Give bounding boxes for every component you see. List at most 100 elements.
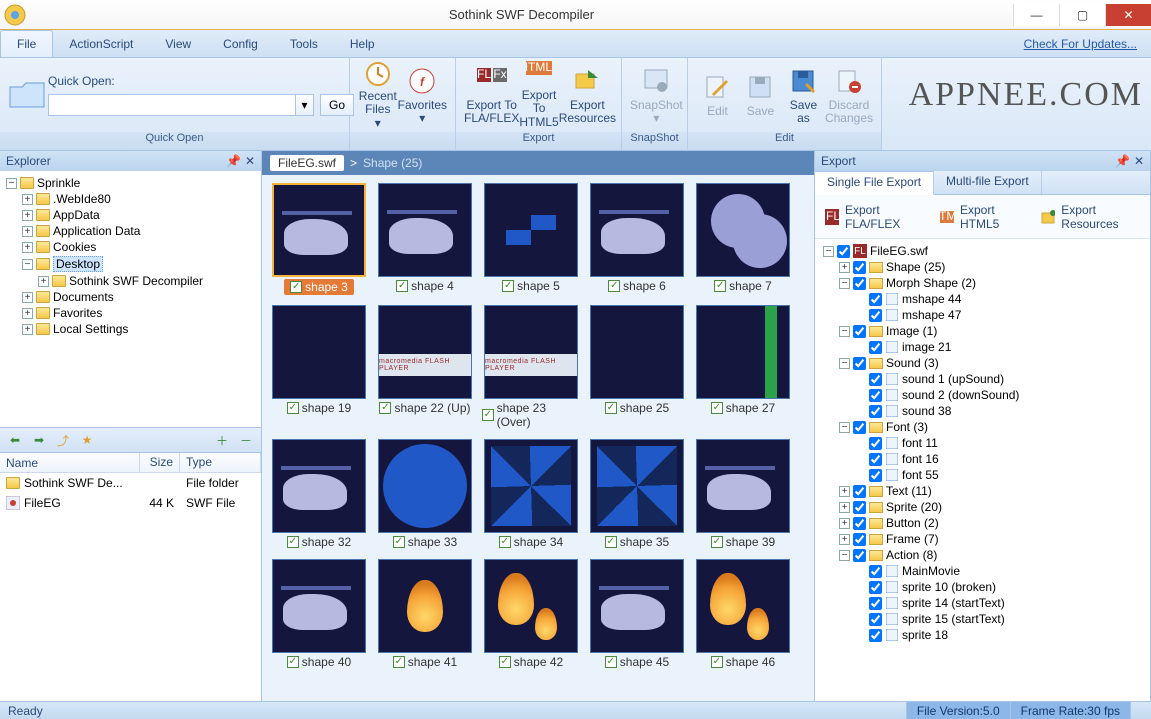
pin-icon[interactable]: 📌 (226, 154, 241, 168)
file-list[interactable]: Name Size Type Sothink SWF De...File fol… (0, 453, 261, 701)
expand-icon[interactable]: + (22, 242, 33, 253)
thumbnail[interactable]: macromedia FLASH PLAYER ✓shape 23 (Over) (482, 305, 580, 429)
expand-icon[interactable]: − (823, 246, 834, 257)
tree-checkbox[interactable] (869, 389, 882, 402)
go-button[interactable]: Go (320, 94, 354, 116)
thumbnail-checkbox[interactable]: ✓ (499, 536, 511, 548)
thumbnail[interactable]: ✓shape 5 (482, 183, 580, 295)
tree-checkbox[interactable] (869, 309, 882, 322)
list-item[interactable]: FileEG44 KSWF File (0, 493, 261, 513)
tree-checkbox[interactable] (853, 533, 866, 546)
export-res-action[interactable]: Export Resources (1041, 203, 1140, 231)
thumbnail[interactable]: ✓shape 34 (482, 439, 580, 549)
tree-checkbox[interactable] (869, 597, 882, 610)
minimize-button[interactable]: — (1013, 4, 1059, 26)
open-folder-icon[interactable] (8, 77, 48, 113)
tree-item[interactable]: mshape 47 (855, 307, 1146, 323)
menu-actionscript[interactable]: ActionScript (53, 30, 149, 57)
thumbnail[interactable]: ✓shape 41 (376, 559, 474, 669)
expand-icon[interactable]: + (38, 276, 49, 287)
expand-icon[interactable]: + (22, 226, 33, 237)
thumbnail-checkbox[interactable]: ✓ (287, 402, 299, 414)
thumbnail-checkbox[interactable]: ✓ (605, 536, 617, 548)
thumbnail[interactable]: ✓shape 42 (482, 559, 580, 669)
panel-close-icon[interactable]: ✕ (245, 154, 255, 168)
thumbnail[interactable]: ✓shape 45 (588, 559, 686, 669)
panel-close-icon[interactable]: ✕ (1134, 154, 1144, 168)
thumbnail[interactable]: ✓shape 25 (588, 305, 686, 429)
expand-icon[interactable]: − (839, 278, 850, 289)
thumbnail[interactable]: ✓shape 3 (270, 183, 368, 295)
export-fla-button[interactable]: FLFx Export To FLA/FLEX (464, 63, 519, 127)
forward-icon[interactable]: ➡ (30, 431, 48, 449)
tree-item[interactable]: +Shape (25) (839, 259, 1146, 275)
add-icon[interactable]: ＋ (213, 431, 231, 449)
expand-icon[interactable]: − (839, 358, 850, 369)
tree-item[interactable]: sprite 18 (855, 627, 1146, 643)
tree-item[interactable]: −Font (3) (839, 419, 1146, 435)
thumbnail-checkbox[interactable]: ✓ (379, 402, 391, 414)
tree-checkbox[interactable] (853, 421, 866, 434)
discard-button[interactable]: Discard Changes (825, 63, 873, 127)
expand-icon[interactable]: + (839, 518, 850, 529)
tree-item[interactable]: sound 2 (downSound) (855, 387, 1146, 403)
star-icon[interactable]: ★ (78, 431, 96, 449)
menu-tools[interactable]: Tools (274, 30, 334, 57)
tree-item[interactable]: image 21 (855, 339, 1146, 355)
tree-checkbox[interactable] (853, 277, 866, 290)
thumbnail-checkbox[interactable]: ✓ (287, 656, 299, 668)
breadcrumb-file[interactable]: FileEG.swf (270, 155, 344, 171)
tree-item[interactable]: +Sothink SWF Decompiler (38, 273, 259, 289)
thumbnail[interactable]: macromedia FLASH PLAYER ✓shape 22 (Up) (376, 305, 474, 429)
remove-icon[interactable]: － (237, 431, 255, 449)
thumbnail-checkbox[interactable]: ✓ (711, 402, 723, 414)
thumbnail-checkbox[interactable]: ✓ (714, 280, 726, 292)
tree-item[interactable]: −Sound (3) (839, 355, 1146, 371)
back-icon[interactable]: ⬅ (6, 431, 24, 449)
col-name[interactable]: Name (0, 453, 140, 472)
thumbnail[interactable]: ✓shape 33 (376, 439, 474, 549)
menu-help[interactable]: Help (334, 30, 391, 57)
expand-icon[interactable]: + (22, 210, 33, 221)
tree-item[interactable]: mshape 44 (855, 291, 1146, 307)
edit-button[interactable]: Edit (696, 63, 739, 127)
thumbnail[interactable]: ✓shape 7 (694, 183, 792, 295)
thumbnail-checkbox[interactable]: ✓ (287, 536, 299, 548)
menu-view[interactable]: View (149, 30, 207, 57)
thumbnail[interactable]: ✓shape 39 (694, 439, 792, 549)
up-icon[interactable]: ⤴ (54, 431, 72, 449)
tree-item[interactable]: sprite 15 (startText) (855, 611, 1146, 627)
export-html5-button[interactable]: HTML5 Export To HTML5 (519, 63, 558, 127)
thumbnail[interactable]: ✓shape 6 (588, 183, 686, 295)
tree-item[interactable]: +Button (2) (839, 515, 1146, 531)
quick-open-input[interactable] (48, 94, 296, 116)
tree-item[interactable]: +Local Settings (22, 321, 259, 337)
tab-multi-file[interactable]: Multi-file Export (934, 171, 1042, 194)
export-tree[interactable]: −FLFileEG.swf +Shape (25)−Morph Shape (2… (815, 239, 1150, 701)
thumbnail-checkbox[interactable]: ✓ (608, 280, 620, 292)
snapshot-button[interactable]: SnapShot▾ (630, 63, 683, 127)
breadcrumb-section[interactable]: Shape (25) (363, 156, 422, 170)
expand-icon[interactable]: − (6, 178, 17, 189)
check-updates-link[interactable]: Check For Updates... (1024, 37, 1137, 51)
menu-config[interactable]: Config (207, 30, 274, 57)
tree-item[interactable]: font 55 (855, 467, 1146, 483)
tree-item[interactable]: +Favorites (22, 305, 259, 321)
tree-item[interactable]: −Action (8) (839, 547, 1146, 563)
tree-item[interactable]: +AppData (22, 207, 259, 223)
save-button[interactable]: Save (739, 63, 782, 127)
col-size[interactable]: Size (140, 453, 180, 472)
thumbnail-checkbox[interactable]: ✓ (396, 280, 408, 292)
tree-checkbox[interactable] (837, 245, 850, 258)
tree-checkbox[interactable] (853, 261, 866, 274)
tree-checkbox[interactable] (869, 629, 882, 642)
tree-item[interactable]: −Desktop (22, 255, 259, 273)
quick-open-dropdown[interactable]: ▾ (296, 94, 314, 116)
thumbnail[interactable]: ✓shape 32 (270, 439, 368, 549)
thumbnail[interactable]: ✓shape 19 (270, 305, 368, 429)
tree-item[interactable]: MainMovie (855, 563, 1146, 579)
thumbnail-checkbox[interactable]: ✓ (482, 409, 494, 421)
tree-item[interactable]: +.WebIde80 (22, 191, 259, 207)
tree-checkbox[interactable] (869, 469, 882, 482)
maximize-button[interactable]: ▢ (1059, 4, 1105, 26)
